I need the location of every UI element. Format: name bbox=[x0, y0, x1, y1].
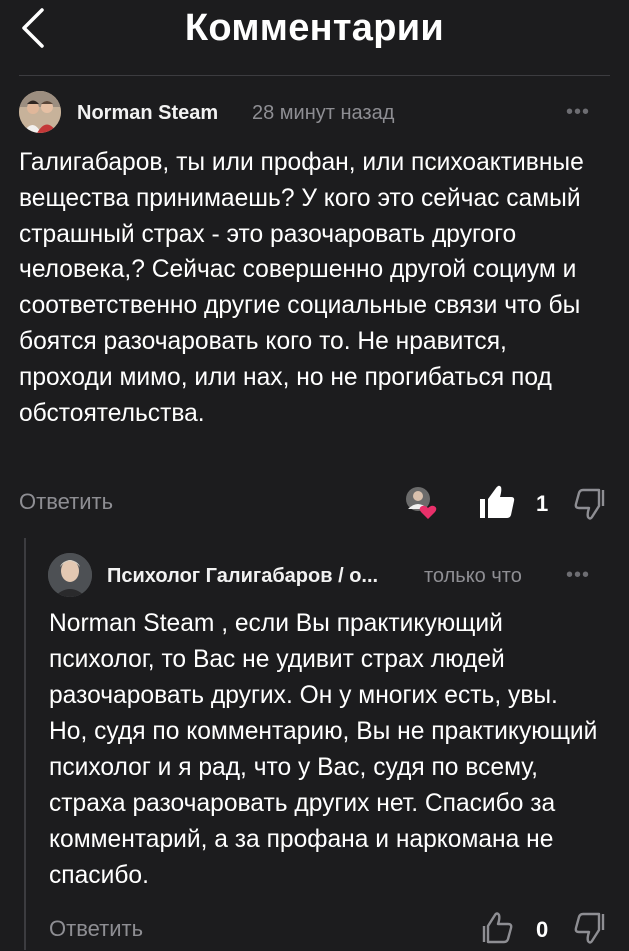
comment-author[interactable]: Norman Steam bbox=[77, 102, 242, 125]
comment-time: 28 минут назад bbox=[252, 102, 395, 124]
avatar-image bbox=[48, 553, 92, 597]
header: Комментарии bbox=[0, 0, 629, 62]
avatar[interactable] bbox=[48, 553, 92, 597]
more-dots-icon[interactable]: ••• bbox=[566, 565, 590, 585]
author-avatar-heart-icon bbox=[404, 485, 440, 521]
avatar-image bbox=[19, 91, 61, 133]
header-divider bbox=[19, 75, 610, 76]
thumbs-down-icon[interactable] bbox=[572, 486, 606, 522]
like-count: 1 bbox=[536, 491, 549, 516]
reply-time: только что bbox=[424, 565, 522, 587]
thumbs-up-icon[interactable] bbox=[477, 482, 517, 522]
more-dots-icon[interactable]: ••• bbox=[566, 102, 590, 122]
reply-text: Norman Steam , если Вы практикующий псих… bbox=[49, 610, 598, 889]
avatar[interactable] bbox=[19, 91, 61, 133]
like-count: 0 bbox=[536, 917, 549, 942]
thumbs-up-icon[interactable] bbox=[481, 910, 515, 946]
reply-button[interactable]: Ответить bbox=[19, 489, 113, 515]
page-title: Комментарии bbox=[184, 7, 445, 49]
reply-button[interactable]: Ответить bbox=[49, 916, 143, 942]
thread-line bbox=[24, 538, 26, 950]
thumbs-down-icon[interactable] bbox=[572, 910, 606, 946]
comment-text: Галигабаров, ты или профан, или психоакт… bbox=[19, 149, 584, 427]
reply-author[interactable]: Психолог Галигабаров / о... bbox=[107, 565, 407, 588]
